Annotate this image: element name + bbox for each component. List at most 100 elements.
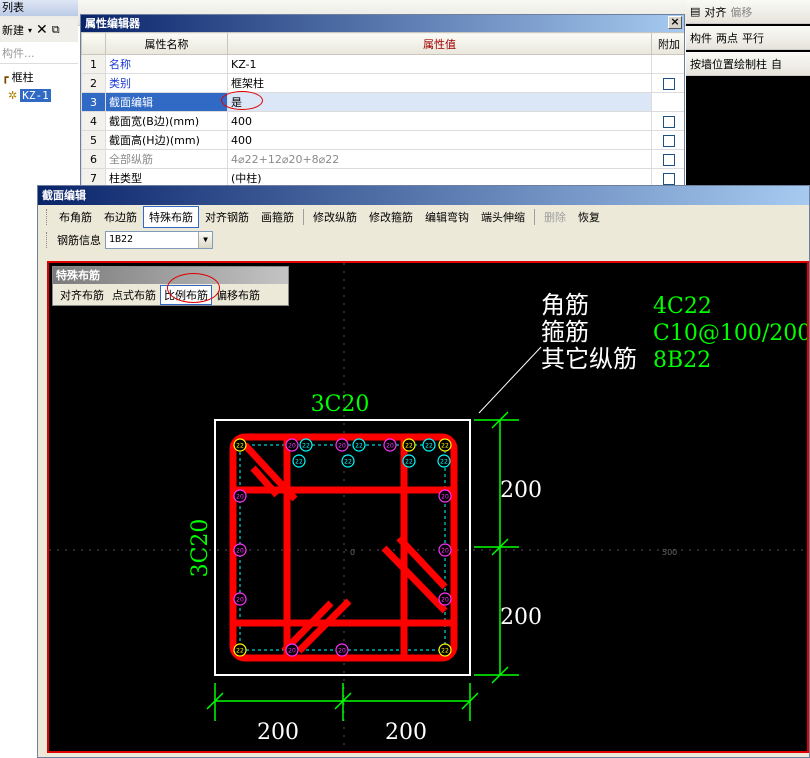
legend-value: 8B22 [653, 348, 711, 373]
section-editor-toolbar: 布角筋 布边筋 特殊布筋 对齐钢筋 画箍筋 修改纵筋 修改箍筋 编辑弯钩 端头伸缩 删除 恢复 [38, 205, 809, 229]
property-row[interactable]: 7 柱类型 (中柱) [81, 168, 684, 185]
column-header-index [81, 32, 106, 55]
end-stretch-button[interactable]: 端头伸缩 [475, 206, 531, 228]
property-editor-title: 属性编辑器 [85, 17, 140, 30]
legend-value: 4C22 [653, 294, 712, 319]
side-bar-label: 20 [236, 494, 244, 501]
edit-stirrup-button[interactable]: 修改箍筋 [363, 206, 419, 228]
side-bar-label: 20 [386, 443, 394, 450]
property-value[interactable]: KZ-1 [227, 54, 652, 74]
offset-layout-button[interactable]: 偏移布筋 [212, 285, 264, 305]
ratio-layout-button[interactable]: 比例布筋 [160, 284, 212, 305]
extra-checkbox[interactable] [663, 153, 675, 166]
draw-by-wall-button[interactable]: 按墙位置绘制柱 [690, 56, 767, 72]
component-tree: ┏ 框柱 ✲ KZ-1 [0, 68, 80, 188]
edit-hook-button[interactable]: 编辑弯钩 [419, 206, 475, 228]
restore-button[interactable]: 恢复 [572, 206, 606, 228]
side-bar-label: 20 [236, 597, 244, 604]
rebar-info-toolbar: 钢筋信息 1B22 ▼ [38, 229, 809, 251]
dimension-text: 200 [385, 720, 427, 745]
side-bar-label: 20 [441, 494, 449, 501]
property-row[interactable]: 6 全部纵筋 4⌀22+12⌀20+8⌀22 [81, 149, 684, 169]
component-search-input[interactable]: 构件... [0, 44, 78, 64]
auto-button[interactable]: 自 [771, 56, 782, 72]
section-drawing-canvas[interactable]: 0 500 22 22 22 22 22 20 20 20 22 22 22 22 22 22 22 20 20 20… [47, 261, 809, 753]
property-name: 柱类型 [105, 168, 228, 185]
side-bar-label: 20 [288, 443, 296, 450]
toolbar-grip [46, 209, 49, 225]
extra-checkbox[interactable] [663, 134, 675, 147]
top-second-row-bar-label: 22 [405, 459, 413, 466]
property-value[interactable]: 400 [227, 111, 652, 131]
property-row[interactable]: 2 类别 框架柱 [81, 73, 684, 93]
dimension-text: 200 [257, 720, 299, 745]
column-header-extra: 附加 [651, 32, 684, 55]
tree-root[interactable]: ┏ 框柱 [0, 68, 80, 86]
left-rebar-label: 3C20 [188, 519, 213, 578]
property-row[interactable]: 4 截面宽(B边)(mm) 400 [81, 111, 684, 131]
property-value[interactable]: 4⌀22+12⌀20+8⌀22 [227, 149, 652, 169]
edge-bar-button[interactable]: 布边筋 [98, 206, 143, 228]
dimension-text: 200 [500, 605, 542, 630]
chevron-down-icon[interactable]: ▼ [198, 232, 212, 248]
align-button[interactable]: 对齐 [704, 4, 726, 20]
offset-button[interactable]: 偏移 [730, 4, 752, 20]
row-index: 5 [81, 130, 106, 150]
legend-label: 其它纵筋 [541, 345, 637, 373]
align-icon: ▤ [690, 5, 701, 18]
special-bar-button[interactable]: 特殊布筋 [143, 206, 199, 228]
extra-checkbox[interactable] [663, 115, 675, 128]
property-row[interactable]: 5 截面高(H边)(mm) 400 [81, 130, 684, 150]
side-bar-label: 20 [441, 548, 449, 555]
extra-checkbox[interactable] [663, 172, 675, 185]
property-value[interactable]: 400 [227, 130, 652, 150]
close-icon[interactable]: × [668, 16, 682, 29]
property-table: 属性名称 属性值 附加 1 名称 KZ-1 2 类别 框架柱 3 截面编辑是 4 截面宽(B边)(… [81, 32, 684, 185]
parallel-button[interactable]: 平行 [742, 30, 764, 46]
property-name: 名称 [105, 54, 228, 74]
delete-button[interactable]: 删除 [538, 206, 572, 228]
toolbar-separator [303, 209, 304, 225]
gear-icon: ✲ [8, 88, 18, 102]
two-point-button[interactable]: 两点 [716, 30, 738, 46]
right-toolbar-row-1: ▤ 对齐 偏移 [686, 0, 810, 24]
side-bar-label: 20 [338, 648, 346, 655]
property-value[interactable]: (中柱) [227, 168, 652, 185]
align-bar-button[interactable]: 对齐钢筋 [199, 206, 255, 228]
property-value[interactable]: 框架柱 [227, 73, 652, 93]
corner-bar-button[interactable]: 布角筋 [53, 206, 98, 228]
column-icon: ┏ [2, 70, 9, 84]
toolbar-grip [46, 232, 49, 248]
copy-icon[interactable]: ⧉ [52, 23, 60, 37]
extra-checkbox[interactable] [663, 77, 675, 90]
legend-label: 箍筋 [541, 318, 589, 346]
property-row[interactable]: 1 名称 KZ-1 [81, 54, 684, 74]
property-value[interactable]: 是 [227, 92, 652, 112]
tree-item[interactable]: ✲ KZ-1 [0, 86, 80, 104]
point-layout-button[interactable]: 点式布筋 [108, 285, 160, 305]
rebar-info-select[interactable]: 1B22 ▼ [105, 231, 213, 249]
row-index: 7 [81, 168, 106, 185]
new-component-button[interactable]: 新建 [2, 22, 24, 38]
delete-icon[interactable]: ✕ [36, 22, 48, 38]
draw-stirrup-button[interactable]: 画箍筋 [255, 206, 300, 228]
property-row[interactable]: 3 截面编辑是 [81, 92, 684, 112]
edit-long-bar-button[interactable]: 修改纵筋 [307, 206, 363, 228]
corner-bar-label: 22 [405, 443, 413, 450]
column-header-name: 属性名称 [105, 32, 228, 55]
extra-cell [651, 168, 684, 185]
origin-label: 0 [350, 548, 355, 557]
property-name: 截面编辑 [105, 92, 228, 112]
corner-bar-label: 22 [236, 443, 244, 450]
side-bar-label: 20 [441, 597, 449, 604]
special-layout-panel: 特殊布筋 对齐布筋 点式布筋 比例布筋 偏移布筋 [52, 266, 289, 306]
align-layout-button[interactable]: 对齐布筋 [56, 285, 108, 305]
component-button[interactable]: 构件 [690, 30, 712, 46]
row-index: 3 [81, 92, 106, 112]
top-second-row-bar-label: 22 [295, 459, 303, 466]
dimension-text: 200 [500, 478, 542, 503]
top-extra-bar-label: 22 [425, 443, 433, 450]
dropdown-arrow-icon[interactable]: ▾ [28, 26, 32, 35]
row-index: 6 [81, 149, 106, 169]
column-header-value: 属性值 [227, 32, 652, 55]
